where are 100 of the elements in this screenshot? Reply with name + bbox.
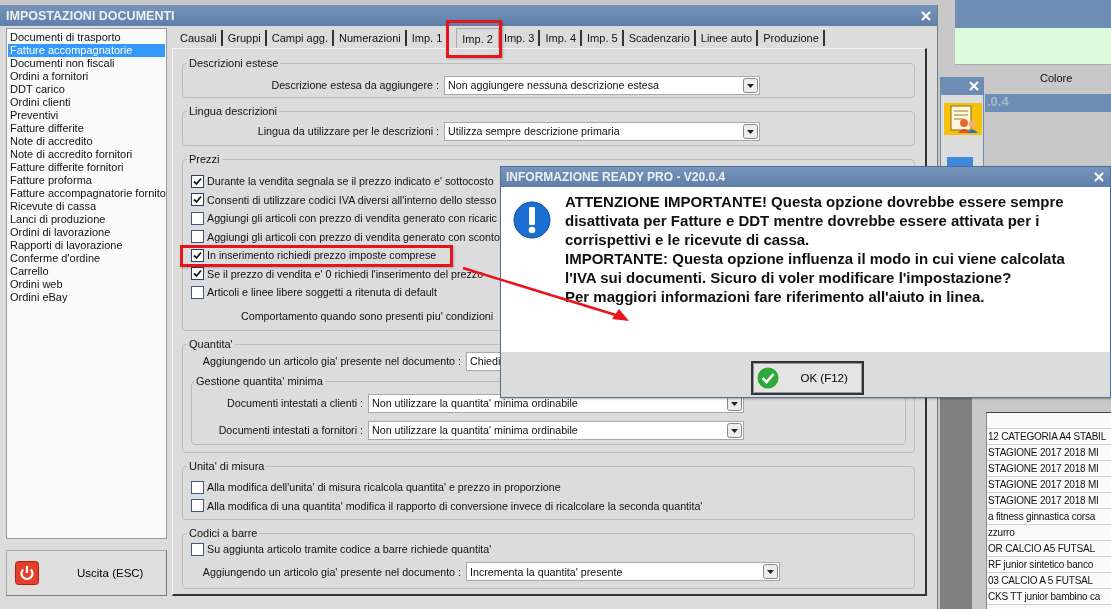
tab[interactable]: Numerazioni [334, 30, 407, 46]
checkbox[interactable] [191, 193, 204, 207]
checkbox[interactable] [191, 248, 204, 262]
group-title: Colore [1040, 72, 1073, 84]
checkbox[interactable] [191, 542, 204, 556]
group-title: Unita' di misura [188, 460, 266, 473]
close-icon[interactable] [1094, 172, 1104, 182]
table-cell: a fitness ginnastica corsa [987, 509, 1111, 525]
field-label: Lingua da utilizzare per le descrizioni : [256, 125, 440, 137]
table-cell: RF junior sintetico banco [987, 557, 1111, 573]
tab[interactable]: Campi agg. [266, 30, 334, 46]
table-cell: STAGIONE 2017 2018 MI [987, 493, 1111, 509]
document-type-item[interactable]: Note di accredito [8, 135, 165, 148]
check-icon [756, 366, 779, 389]
document-type-item[interactable]: DDT carico [8, 83, 165, 96]
checkbox-label: Alla modifica di una quantita' modifica il rapporto di conversione invece di ricalcolare la seconda quantita' [207, 499, 703, 512]
field-label: Descrizione estesa da aggiungere : [270, 79, 440, 91]
tab[interactable]: Imp. 5 [582, 30, 624, 46]
close-button[interactable] [921, 10, 931, 21]
checkbox[interactable] [191, 230, 204, 244]
field-label: Aggiungendo un articolo gia' presente nel documento : [201, 565, 462, 578]
ok-button[interactable]: OK (F12) [750, 360, 864, 395]
highlight-frame [446, 20, 502, 58]
table-cell: OR CALCIO A5 FUTSAL [987, 541, 1111, 557]
checkbox[interactable] [191, 480, 204, 494]
group-title: Lingua descrizioni [188, 105, 279, 118]
power-icon [15, 561, 39, 585]
message-text: IMPORTANTE: Questa opzione influenza il modo in cui viene calcolata l'IVA sui documenti. Sicuro di voler modificare l'impostazione? [565, 249, 1066, 287]
group-title: Gestione quantita' minima [195, 375, 324, 388]
table-cell: 03 CALCIO A 5 FUTSAL [987, 573, 1111, 589]
checkbox-label: Aggiungi gli articoli con prezzo di vendita generato con sconto [207, 230, 500, 243]
checkbox[interactable] [191, 211, 204, 225]
group-title: Codici a barre [188, 527, 259, 540]
behaviour-label: Comportamento quando sono presenti piu' condizioni [241, 310, 494, 322]
dialog-title: INFORMAZIONE READY PRO - V20.0.4 [506, 170, 726, 184]
checkbox[interactable] [191, 499, 204, 513]
document-type-item[interactable]: Ordini eBay [8, 291, 165, 304]
table-cell: CKS TT junior bambino ca [987, 589, 1111, 605]
group-title: Prezzi [188, 153, 221, 166]
document-type-item[interactable]: Preventivi [8, 109, 165, 122]
document-type-item[interactable]: Fatture accompagnatorie fornito [8, 187, 165, 200]
contacts-icon [944, 103, 982, 135]
document-type-item[interactable]: Fatture differite fornitori [8, 161, 165, 174]
document-type-item[interactable]: Documenti di trasporto [8, 31, 165, 44]
tab[interactable]: Imp. 4 [540, 30, 583, 46]
close-icon [921, 10, 931, 21]
document-type-item[interactable]: Documenti non fiscali [8, 57, 165, 70]
tab[interactable]: Imp. 1 [406, 30, 449, 46]
document-type-item[interactable]: Fatture differite [8, 122, 165, 135]
tab[interactable]: Scadenzario [623, 30, 696, 46]
document-type-item[interactable]: Conferme d'ordine [8, 252, 165, 265]
tab[interactable]: Linee auto [695, 30, 759, 46]
document-type-item[interactable]: Ricevute di cassa [8, 200, 165, 213]
tab[interactable]: Imp. 3 [498, 30, 541, 46]
dropdown[interactable]: Non aggiungere nessuna descrizione estesa [444, 75, 760, 95]
table-cell: STAGIONE 2017 2018 MI [987, 445, 1111, 461]
checkbox-label: Aggiungi gli articoli con prezzo di vendita generato con ricaric [207, 212, 497, 225]
checkbox-label: Consenti di utilizzare codici IVA diversi all'interno dello stesso [207, 193, 497, 206]
checkbox[interactable] [191, 267, 204, 281]
checkbox-label: In inserimento richiedi prezzo imposte comprese [207, 249, 437, 262]
document-type-item[interactable]: Lanci di produzione [8, 213, 165, 226]
window-title: IMPOSTAZIONI DOCUMENTI [6, 8, 175, 23]
checkbox-label: Durante la vendita segnala se il prezzo indicato e' sottocosto [207, 175, 494, 188]
tab[interactable]: Causali [175, 30, 223, 46]
dropdown[interactable]: Non utilizzare la quantita' minima ordinabile [368, 420, 744, 440]
group-title: Descrizioni estese [188, 57, 280, 70]
document-type-item[interactable]: Ordini di lavorazione [8, 226, 165, 239]
field-label: Documenti intestati a fornitori : [217, 424, 364, 436]
tab[interactable]: Gruppi [222, 30, 267, 46]
checkbox[interactable] [191, 285, 204, 299]
exclamation-icon [513, 200, 551, 240]
table-cell: STAGIONE 2017 2018 MI [987, 477, 1111, 493]
tab[interactable]: Imp. 2 [456, 28, 499, 48]
checkmark-icon [192, 249, 203, 261]
checkmark-icon [192, 194, 203, 206]
close-icon [969, 81, 979, 91]
document-type-item[interactable]: Ordini a fornitori [8, 70, 165, 83]
document-type-item[interactable]: Rapporti di lavorazione [8, 239, 165, 252]
document-type-item[interactable]: Note di accredito fornitori [8, 148, 165, 161]
checkbox-label: Alla modifica dell'unita' di misura ricalcola quantita' e prezzo in proporzione [207, 481, 561, 494]
document-type-item[interactable]: Ordini web [8, 278, 165, 291]
exit-button[interactable]: Uscita (ESC) [6, 550, 167, 596]
field-label: Documenti intestati a clienti : [225, 397, 364, 409]
window-title: .0.4 [987, 94, 1009, 109]
checkmark-icon [192, 175, 203, 187]
checkbox-label: Su aggiunta articolo tramite codice a barre richiede quantita' [207, 543, 492, 556]
dropdown[interactable]: Incrementa la quantita' presente [466, 562, 780, 581]
field-label: Aggiungendo un articolo gia' presente nel documento : [201, 355, 462, 367]
tab[interactable]: Produzione [758, 30, 825, 46]
document-type-item[interactable]: Fatture proforma [8, 174, 165, 187]
table-cell: zzurro [987, 525, 1111, 541]
table-cell: STAGIONE 2017 2018 MI [987, 461, 1111, 477]
checkbox[interactable] [191, 174, 204, 188]
dropdown[interactable]: Utilizza sempre descrizione primaria [444, 121, 760, 141]
document-type-item[interactable]: Carrello [8, 265, 165, 278]
message-text: Per maggiori informazioni fare riferimento all'aiuto in linea. [565, 287, 986, 306]
document-type-item[interactable]: Ordini clienti [8, 96, 165, 109]
checkbox-label: Articoli e linee libere soggetti a ritenuta di default [207, 286, 437, 299]
checkmark-icon [192, 268, 203, 280]
group-title: Quantita' [188, 338, 234, 351]
